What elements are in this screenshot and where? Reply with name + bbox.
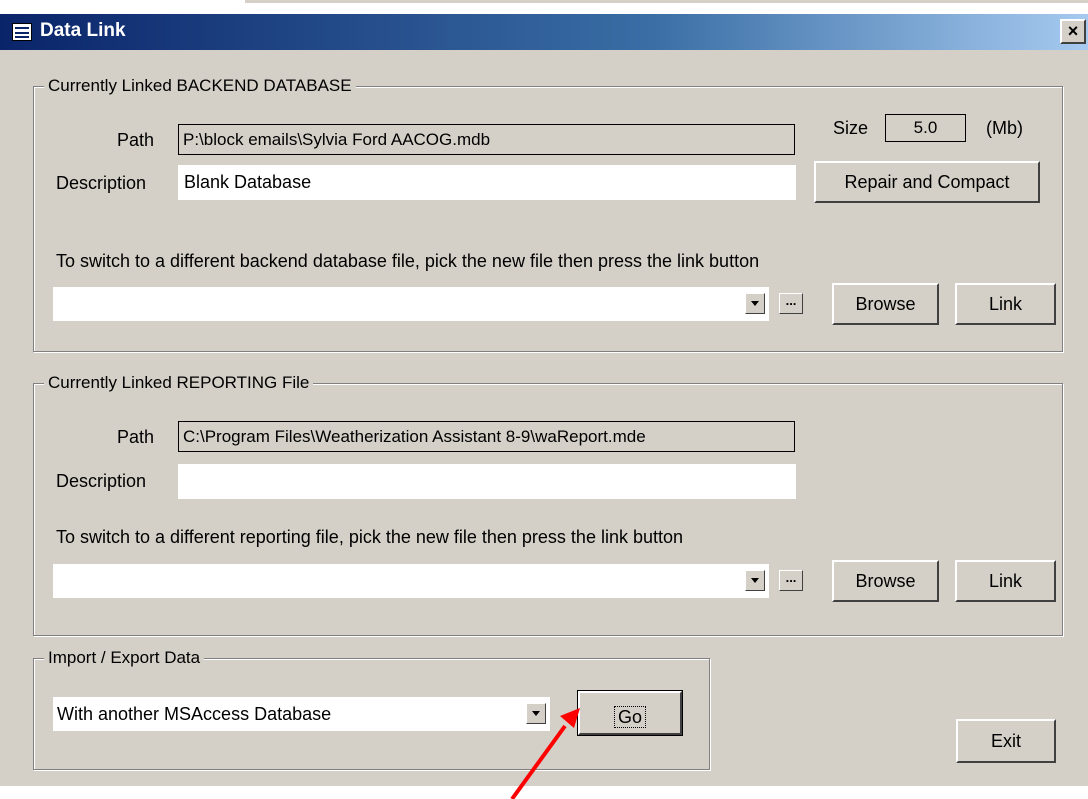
arrow-shaft	[510, 724, 567, 799]
annotation-arrow	[510, 708, 580, 799]
arrow-head	[560, 708, 580, 728]
